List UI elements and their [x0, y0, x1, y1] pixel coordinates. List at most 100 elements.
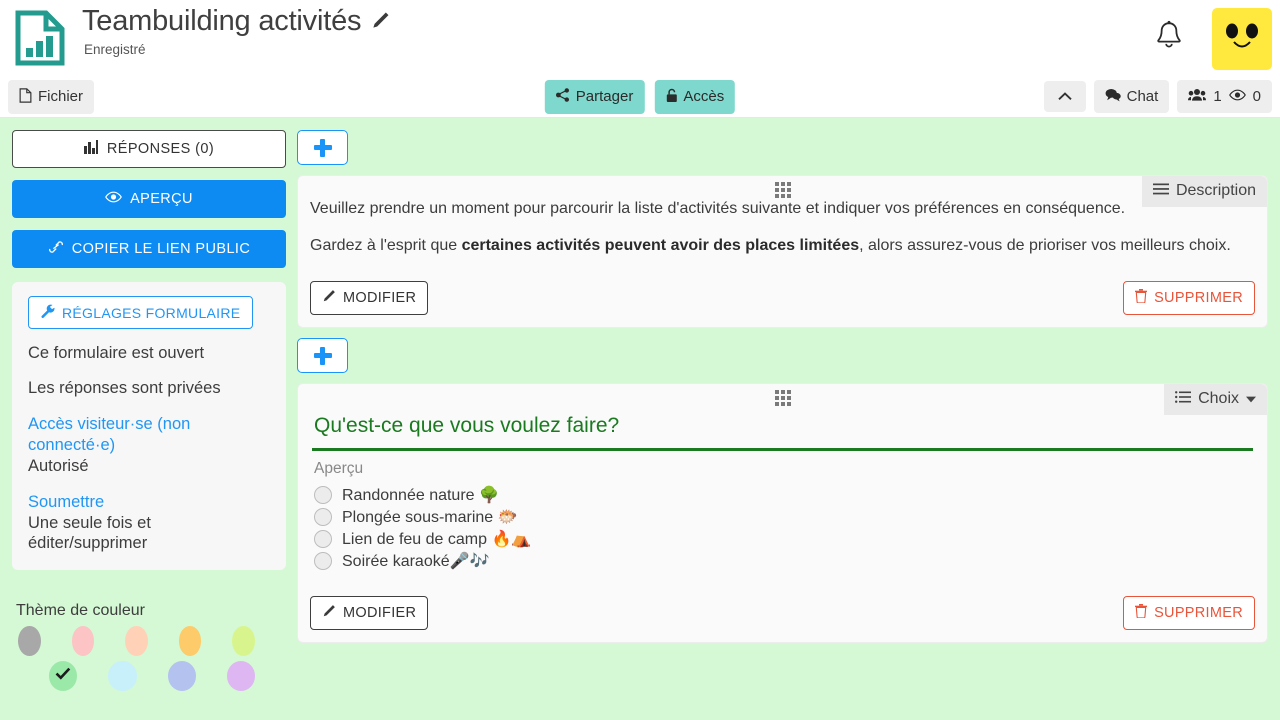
toolbar: Fichier Partager Accès Chat 1 0 — [0, 76, 1280, 118]
element-type-description[interactable]: Description — [1141, 176, 1267, 207]
presence-stats[interactable]: 1 0 — [1177, 80, 1272, 113]
sidebar-responses-button[interactable]: RÉPONSES (0) — [12, 130, 286, 168]
element-type-label: Description — [1175, 182, 1256, 199]
access-button[interactable]: Accès — [654, 79, 736, 114]
pencil-icon[interactable] — [371, 11, 390, 35]
choice-option-label: Randonnée nature 🌳 — [342, 486, 499, 504]
toolbar-center-actions: Partager Accès — [544, 79, 736, 114]
page-title: Teambuilding activités — [82, 5, 362, 37]
collapse-button[interactable] — [1043, 81, 1086, 112]
file-menu-label: Fichier — [38, 88, 84, 105]
toolbar-right-actions: Chat 1 0 — [1043, 80, 1272, 113]
choice-option-row[interactable]: Randonnée nature 🌳 — [310, 484, 1255, 506]
submit-setting-link[interactable]: Soumettre — [28, 492, 270, 513]
theme-swatches — [12, 626, 286, 691]
logo-wrap — [0, 0, 66, 71]
element-type-label: Choix — [1198, 390, 1239, 408]
chat-button[interactable]: Chat — [1093, 80, 1170, 113]
sidebar-responses-label: RÉPONSES (0) — [106, 141, 215, 157]
drag-grid-icon[interactable] — [774, 390, 791, 407]
radio-icon[interactable] — [314, 485, 332, 504]
lines-icon — [1152, 182, 1169, 200]
form-status-open: Ce formulaire est ouvert — [28, 344, 205, 362]
app-header: Teambuilding activités Enregistré — [0, 0, 1280, 76]
guest-access-value: Autorisé — [28, 456, 89, 475]
guest-access-link[interactable]: Accès visiteur·se (non connecté·e) — [28, 414, 270, 455]
radio-icon[interactable] — [314, 529, 332, 548]
card-header: Choix — [298, 384, 1267, 416]
eye-icon — [105, 191, 122, 207]
sidebar-copy-link-button[interactable]: COPIER LE LIEN PUBLIC — [12, 230, 286, 268]
element-type-choice[interactable]: Choix — [1164, 384, 1267, 416]
theme-swatch-peach[interactable] — [125, 626, 148, 656]
choice-option-label: Lien de feu de camp 🔥⛺ — [342, 530, 532, 548]
bell-icon[interactable] — [1142, 11, 1196, 65]
theme-row-1 — [12, 626, 286, 656]
modify-description-label: MODIFIER — [343, 290, 417, 307]
chat-label: Chat — [1126, 88, 1159, 105]
trash-icon — [1135, 603, 1148, 622]
theme-row-2 — [12, 661, 286, 691]
radio-icon[interactable] — [314, 551, 332, 570]
delete-description-button[interactable]: SUPPRIMER — [1123, 281, 1255, 316]
description-actions: MODIFIER SUPPRIMER — [298, 267, 1267, 327]
share-icon — [555, 88, 570, 105]
caret-down-icon — [1246, 390, 1256, 408]
theme-swatch-pink[interactable] — [71, 626, 95, 656]
share-button[interactable]: Partager — [544, 79, 645, 114]
radio-icon[interactable] — [314, 507, 332, 526]
share-label: Partager — [575, 88, 634, 105]
save-status: Enregistré — [84, 41, 146, 57]
theme-swatch-cyan[interactable] — [108, 661, 137, 691]
submit-setting-value: Une seule fois et éditer/supprimer — [28, 513, 151, 553]
description-paragraph-1: Veuillez prendre un moment pour parcouri… — [310, 200, 1126, 217]
sidebar-preview-label: APERÇU — [130, 191, 193, 207]
theme-swatch-blue[interactable] — [167, 661, 196, 691]
form-settings-label: RÉGLAGES FORMULAIRE — [62, 304, 241, 321]
choice-actions: MODIFIER SUPPRIMER — [298, 582, 1267, 642]
check-icon — [55, 667, 71, 685]
form-element-description: Description Veuillez prendre un moment p… — [297, 175, 1268, 329]
description-paragraph-2-post: , alors assurez-vous de prioriser vos me… — [859, 236, 1231, 254]
add-element-button-middle[interactable] — [297, 338, 348, 374]
theme-title: Thème de couleur — [16, 602, 145, 619]
add-element-button-top[interactable] — [297, 130, 348, 165]
form-status-private: Les réponses sont privées — [28, 378, 221, 397]
description-body: Veuillez prendre un moment pour parcouri… — [298, 198, 1267, 267]
sidebar-preview-button[interactable]: APERÇU — [12, 180, 286, 218]
card-header: Description — [298, 176, 1267, 207]
theme-swatch-orange[interactable] — [178, 626, 202, 656]
views-count: 0 — [1252, 88, 1261, 105]
choice-option-row[interactable]: Plongée sous-marine 🐡 — [310, 506, 1255, 528]
choice-option-row[interactable]: Soirée karaoké🎤🎶 — [310, 550, 1255, 572]
choice-option-row[interactable]: Lien de feu de camp 🔥⛺ — [310, 528, 1255, 550]
file-menu-button[interactable]: Fichier — [8, 79, 95, 114]
access-label: Accès — [683, 88, 725, 105]
modify-description-button[interactable]: MODIFIER — [310, 281, 429, 316]
page-body: RÉPONSES (0) APERÇU COPIER LE LIEN PUBLI… — [0, 118, 1280, 720]
form-element-choice: Choix Qu'est-ce que vous voulez faire? A… — [297, 383, 1268, 643]
description-paragraph-2: Gardez à l'esprit que certaines activité… — [310, 235, 1255, 258]
description-paragraph-2-pre: Gardez à l'esprit que — [310, 236, 462, 254]
modify-choice-label: MODIFIER — [343, 604, 417, 621]
header-right — [1142, 0, 1280, 70]
delete-choice-button[interactable]: SUPPRIMER — [1123, 595, 1255, 630]
eye-icon — [1228, 89, 1246, 104]
chevron-up-icon — [1057, 89, 1072, 104]
theme-swatch-lime[interactable] — [232, 626, 255, 656]
plus-icon — [313, 138, 332, 157]
form-settings-button[interactable]: RÉGLAGES FORMULAIRE — [28, 296, 254, 329]
title-block: Teambuilding activités Enregistré — [66, 0, 1142, 57]
modify-choice-button[interactable]: MODIFIER — [310, 595, 429, 630]
theme-swatch-green[interactable] — [49, 661, 78, 691]
theme-swatch-gray[interactable] — [18, 626, 41, 656]
theme-swatch-violet[interactable] — [226, 661, 255, 691]
pencil-icon — [322, 604, 336, 622]
chat-icon — [1105, 88, 1121, 105]
question-title: Qu'est-ce que vous voulez faire? — [314, 414, 620, 438]
drag-grid-icon[interactable] — [774, 182, 791, 198]
pencil-icon — [322, 289, 336, 307]
link-icon — [48, 240, 64, 258]
lock-icon — [665, 88, 677, 106]
avatar[interactable] — [1212, 8, 1272, 70]
